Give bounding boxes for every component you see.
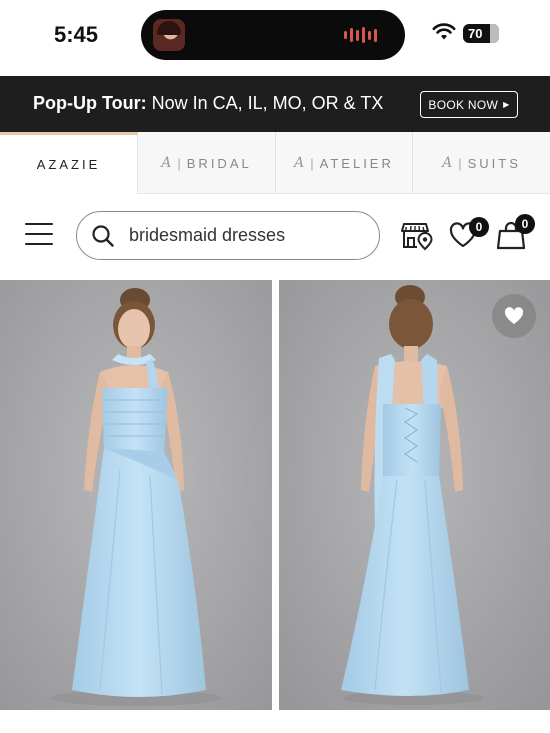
tab-atelier[interactable]: A | ATELIER <box>276 132 413 194</box>
book-now-label: BOOK NOW <box>428 97 499 112</box>
wishlist-count-badge: 0 <box>469 217 489 237</box>
dynamic-island[interactable] <box>141 10 405 60</box>
search-input[interactable]: bridesmaid dresses <box>129 225 285 246</box>
dress-photo-front <box>0 280 272 710</box>
play-arrow-icon: ▶ <box>503 100 510 109</box>
brand-tabs: AZAZIE A | BRIDAL A | ATELIER A | SUITS <box>0 132 550 194</box>
divider: | <box>177 155 181 171</box>
divider: | <box>458 155 462 171</box>
promo-message: Now In CA, IL, MO, OR & TX <box>146 93 384 113</box>
tab-suits[interactable]: A | SUITS <box>413 132 550 194</box>
now-playing-avatar <box>153 19 185 51</box>
azazie-monogram-icon: A <box>442 155 453 171</box>
book-now-button[interactable]: BOOK NOW ▶ <box>420 91 518 118</box>
tab-label: BRIDAL <box>186 155 252 171</box>
heart-icon <box>504 307 524 324</box>
wishlist-button[interactable]: 0 <box>449 217 489 253</box>
site-header: bridesmaid dresses 0 0 <box>0 194 550 278</box>
cart-button[interactable]: 0 <box>496 214 535 255</box>
battery-icon: 70 <box>463 24 499 43</box>
tab-label: ATELIER <box>319 155 394 171</box>
azazie-monogram-icon: A <box>294 155 305 171</box>
search-bar[interactable]: bridesmaid dresses <box>76 211 380 260</box>
tab-label: SUITS <box>467 155 521 171</box>
product-grid <box>0 278 550 733</box>
status-time: 5:45 <box>54 22 99 47</box>
promo-lead: Pop-Up Tour: <box>33 93 147 113</box>
battery-level: 70 <box>468 26 483 41</box>
status-bar: 5:45 70 <box>0 0 550 76</box>
tab-bridal[interactable]: A | BRIDAL <box>138 132 276 194</box>
azazie-monogram-icon: A <box>161 155 172 171</box>
dress-photo-back <box>279 280 550 710</box>
search-icon <box>92 224 114 247</box>
store-locator-icon[interactable] <box>401 221 433 251</box>
product-image-front[interactable] <box>0 280 272 710</box>
tab-azazie[interactable]: AZAZIE <box>0 132 138 194</box>
product-image-back[interactable] <box>279 280 550 710</box>
promo-banner: Pop-Up Tour: Now In CA, IL, MO, OR & TX … <box>0 76 550 132</box>
tab-label: AZAZIE <box>36 156 101 172</box>
audio-wave-icon <box>344 27 377 43</box>
wifi-icon <box>432 23 456 40</box>
favorite-button[interactable] <box>492 294 536 338</box>
promo-text: Pop-Up Tour: Now In CA, IL, MO, OR & TX <box>33 93 383 114</box>
cart-count-badge: 0 <box>515 214 535 234</box>
divider: | <box>310 155 314 171</box>
menu-icon[interactable] <box>25 223 53 245</box>
